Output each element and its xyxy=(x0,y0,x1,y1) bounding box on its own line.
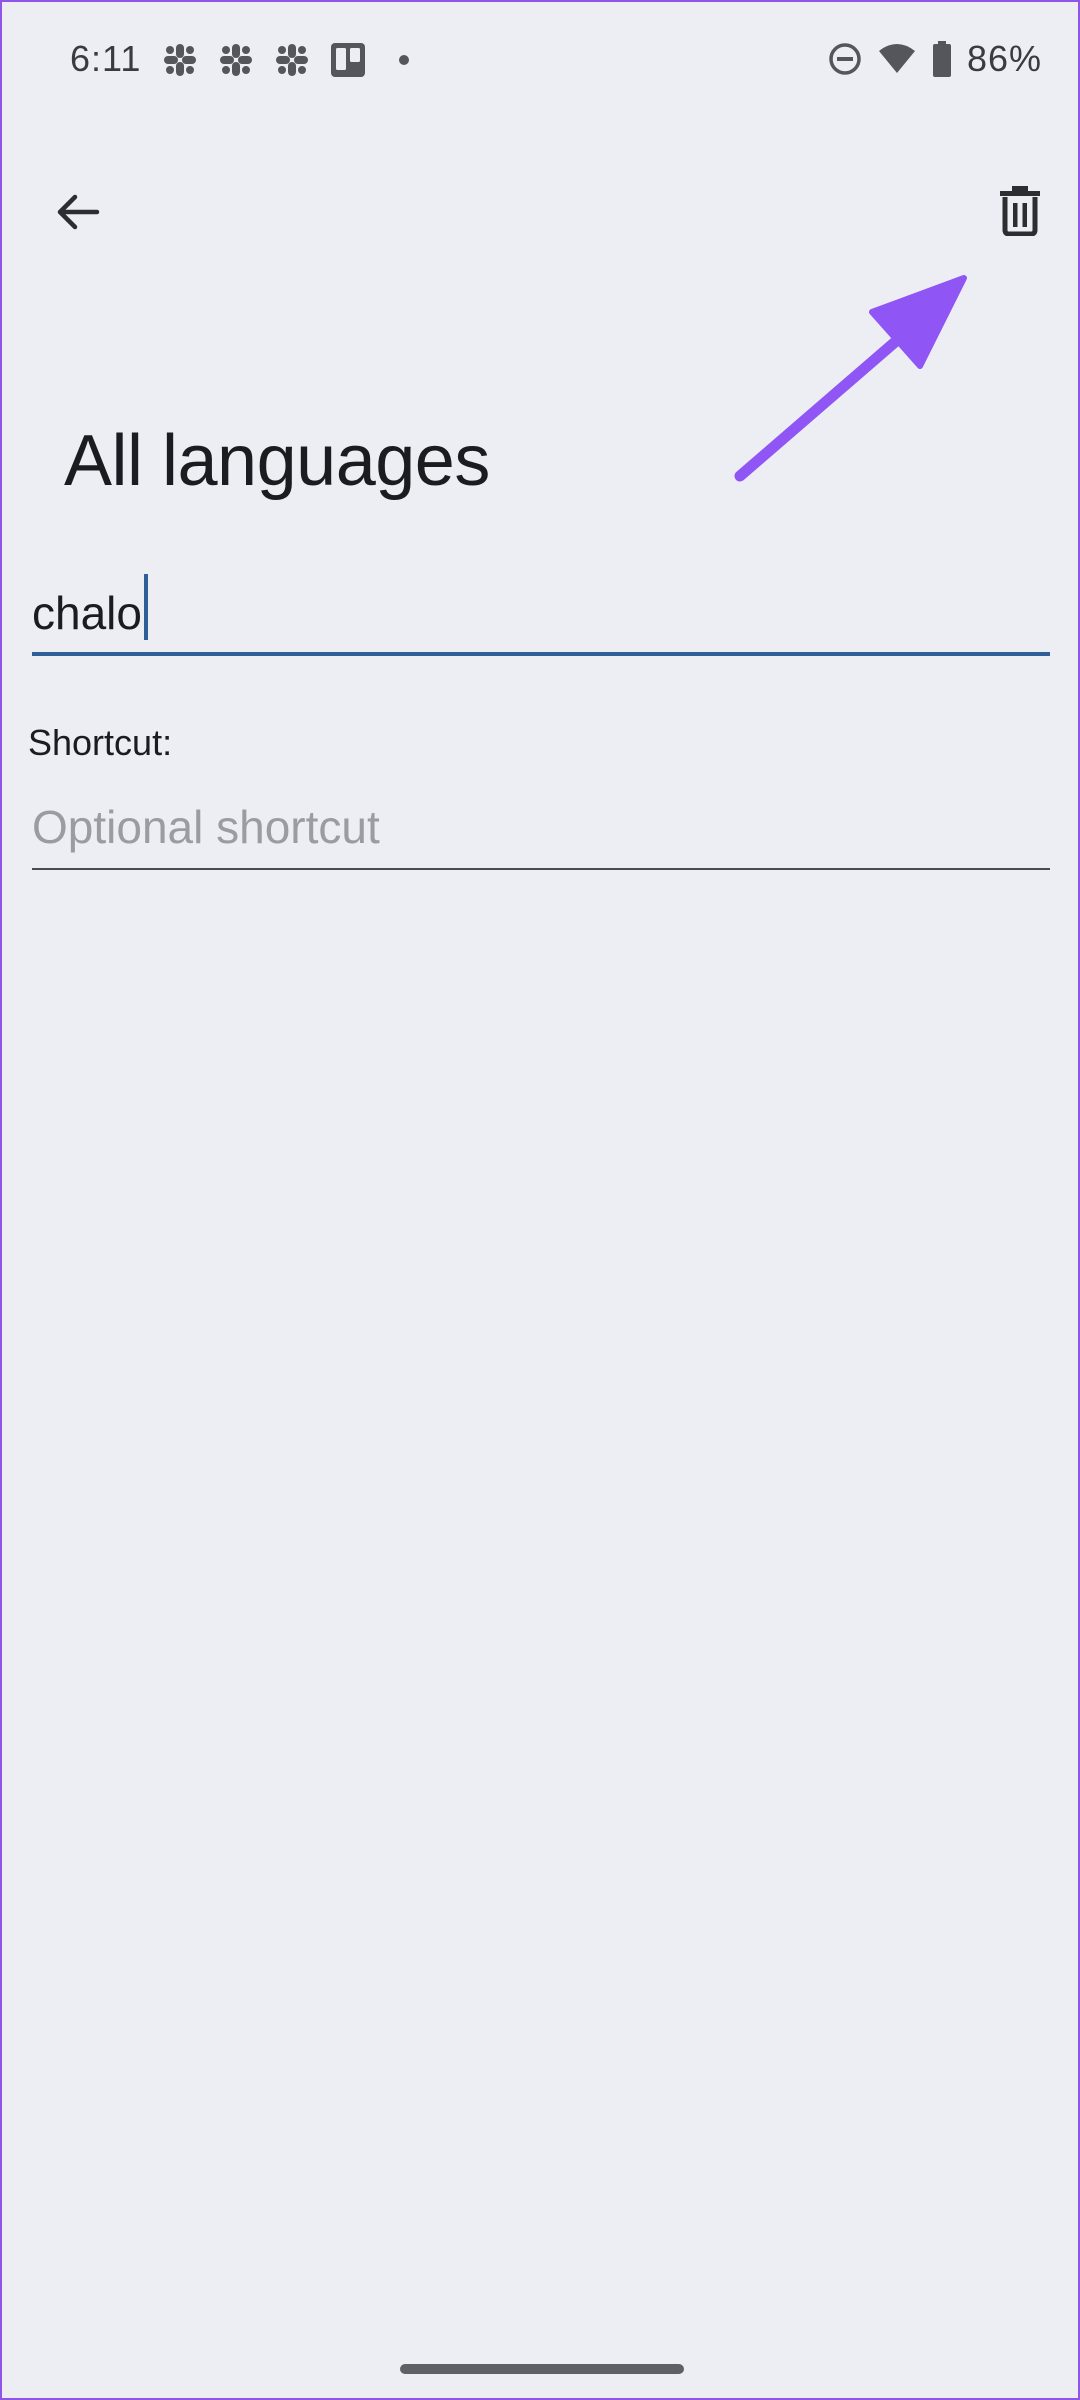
back-button[interactable] xyxy=(42,177,112,247)
battery-icon xyxy=(932,41,951,77)
trello-icon xyxy=(331,43,365,77)
shortcut-placeholder: Optional shortcut xyxy=(32,801,380,853)
notification-icons xyxy=(162,42,422,78)
system-icons: 86% xyxy=(827,38,1042,80)
dot-icon xyxy=(399,55,409,65)
word-input-value: chalo xyxy=(32,587,142,639)
delete-button[interactable] xyxy=(984,174,1056,246)
battery-percentage: 86% xyxy=(966,38,1042,79)
annotation-arrow xyxy=(734,275,967,482)
arrow-back-icon xyxy=(57,194,100,230)
shortcut-label: Shortcut: xyxy=(28,722,173,763)
page-title: All languages xyxy=(64,421,490,501)
word-input[interactable]: chalo xyxy=(32,570,1050,656)
status-time: 6:11 xyxy=(70,38,142,79)
gesture-nav-handle[interactable] xyxy=(400,2364,684,2374)
wifi-icon xyxy=(878,44,915,73)
text-cursor xyxy=(143,574,148,640)
slack-icon xyxy=(164,44,196,76)
slack-icon xyxy=(276,44,308,76)
do-not-disturb-icon xyxy=(829,43,861,75)
slack-icon xyxy=(220,44,252,76)
trash-icon xyxy=(1000,186,1040,236)
shortcut-input[interactable]: Optional shortcut xyxy=(32,792,1050,870)
